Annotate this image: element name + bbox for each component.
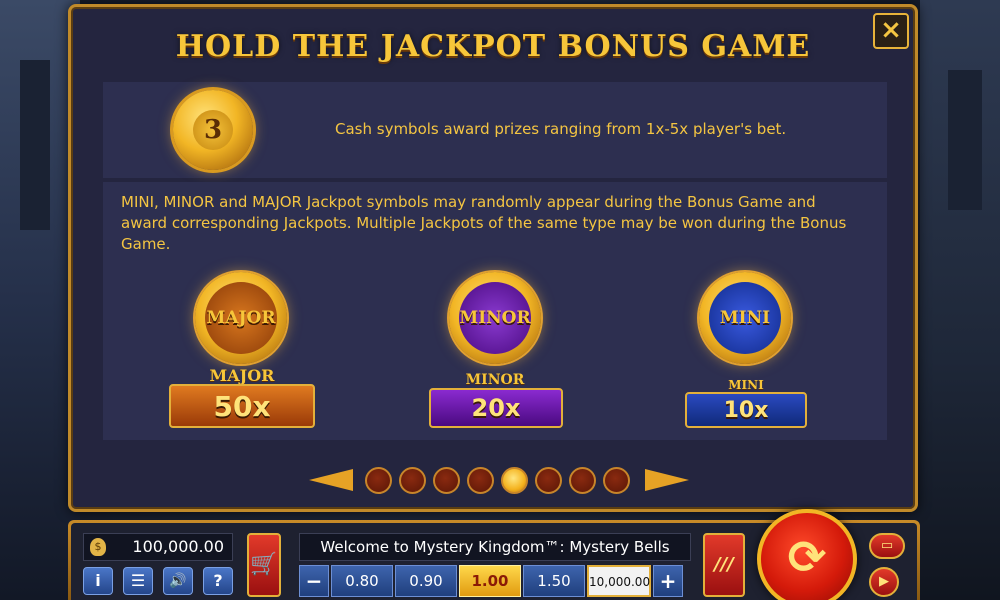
play-button[interactable]: ▶ [869, 567, 899, 597]
page-dot[interactable] [603, 467, 630, 494]
page-dot[interactable] [569, 467, 596, 494]
cash-coin-icon: 3 [173, 90, 253, 170]
page-dot[interactable] [433, 467, 460, 494]
sound-button[interactable]: 🔊 [163, 567, 193, 595]
help-icon: ? [213, 571, 223, 590]
cash-description: Cash symbols award prizes ranging from 1… [335, 120, 787, 138]
balance-display: $ 100,000.00 [83, 533, 233, 561]
close-icon: × [880, 15, 902, 45]
jackpot-minor: MINOR MINOR 20x [425, 270, 565, 430]
money-bag-icon: $ [90, 538, 106, 556]
menu-icon: ☰ [130, 571, 146, 590]
bet-option[interactable]: 1.50 [523, 565, 585, 597]
mini-multiplier: 10x [685, 392, 807, 428]
cash-coin-label: 3 [193, 110, 233, 150]
minor-medal-label: MINOR [459, 282, 531, 354]
next-page-arrow-icon[interactable] [645, 469, 689, 491]
buy-bonus-button[interactable]: 🛒 [247, 533, 281, 597]
cart-icon: 🛒 [250, 552, 278, 577]
jackpot-description: MINI, MINOR and MAJOR Jackpot symbols ma… [121, 193, 847, 253]
major-name: MAJOR [209, 366, 275, 385]
bet-increase-button[interactable]: + [653, 565, 683, 597]
bet-option-max[interactable]: 10,000.00 [587, 565, 651, 597]
close-button[interactable]: × [873, 13, 909, 49]
autoplay-button[interactable]: /// [703, 533, 745, 597]
castle-tower [948, 70, 982, 210]
minor-name: MINOR [465, 372, 525, 388]
page-dot[interactable] [399, 467, 426, 494]
bet-option[interactable]: 0.90 [395, 565, 457, 597]
bet-selector: − 0.80 0.90 1.00 1.50 10,000.00 + [299, 565, 691, 597]
cash-symbol-section: 3 Cash symbols award prizes ranging from… [103, 82, 887, 178]
bet-option[interactable]: 0.80 [331, 565, 393, 597]
paytable-panel: HOLD THE JACKPOT BONUS GAME × 3 Cash sym… [68, 4, 918, 512]
major-medal-label: MAJOR [205, 282, 277, 354]
major-medal-icon: MAJOR [195, 272, 287, 364]
play-icon: ▶ [879, 574, 889, 589]
jackpot-section: MINI, MINOR and MAJOR Jackpot symbols ma… [103, 182, 887, 440]
info-button[interactable]: i [83, 567, 113, 595]
background-right-scenery [920, 0, 1000, 600]
sound-icon: 🔊 [169, 573, 187, 589]
jackpot-mini: MINI MINI 10x [683, 270, 809, 430]
mini-medal-label: MINI [709, 282, 781, 354]
prev-page-arrow-icon[interactable] [309, 469, 353, 491]
page-dot[interactable] [365, 467, 392, 494]
bottom-control-bar: $ 100,000.00 i ☰ 🔊 ? 🛒 Welcome to Myster… [68, 509, 920, 600]
turbo-icon: ▭ [880, 538, 894, 553]
jackpot-major: MAJOR MAJOR 50x [167, 270, 317, 430]
help-button[interactable]: ? [203, 567, 233, 595]
bottom-control-bar-inner: $ 100,000.00 i ☰ 🔊 ? 🛒 Welcome to Myster… [71, 509, 917, 600]
castle-tower [20, 60, 50, 230]
page-dot[interactable] [467, 467, 494, 494]
autoplay-icon: /// [714, 554, 734, 575]
bet-decrease-button[interactable]: − [299, 565, 329, 597]
mini-medal-icon: MINI [699, 272, 791, 364]
turbo-button[interactable]: ▭ [869, 533, 905, 559]
major-multiplier: 50x [169, 384, 315, 428]
page-dot-active[interactable] [501, 467, 528, 494]
mini-name: MINI [728, 378, 764, 392]
info-icon: i [95, 571, 101, 590]
spin-icon: ⟳ [787, 530, 827, 584]
minor-multiplier: 20x [429, 388, 563, 428]
menu-button[interactable]: ☰ [123, 567, 153, 595]
bet-option-selected[interactable]: 1.00 [459, 565, 521, 597]
balance-value: 100,000.00 [132, 537, 224, 556]
page-dot[interactable] [535, 467, 562, 494]
spin-button[interactable]: ⟳ [757, 509, 857, 600]
pagination [309, 465, 689, 495]
minor-medal-icon: MINOR [449, 272, 541, 364]
welcome-message: Welcome to Mystery Kingdom™: Mystery Bel… [299, 533, 691, 561]
page-title: HOLD THE JACKPOT BONUS GAME [175, 29, 811, 64]
